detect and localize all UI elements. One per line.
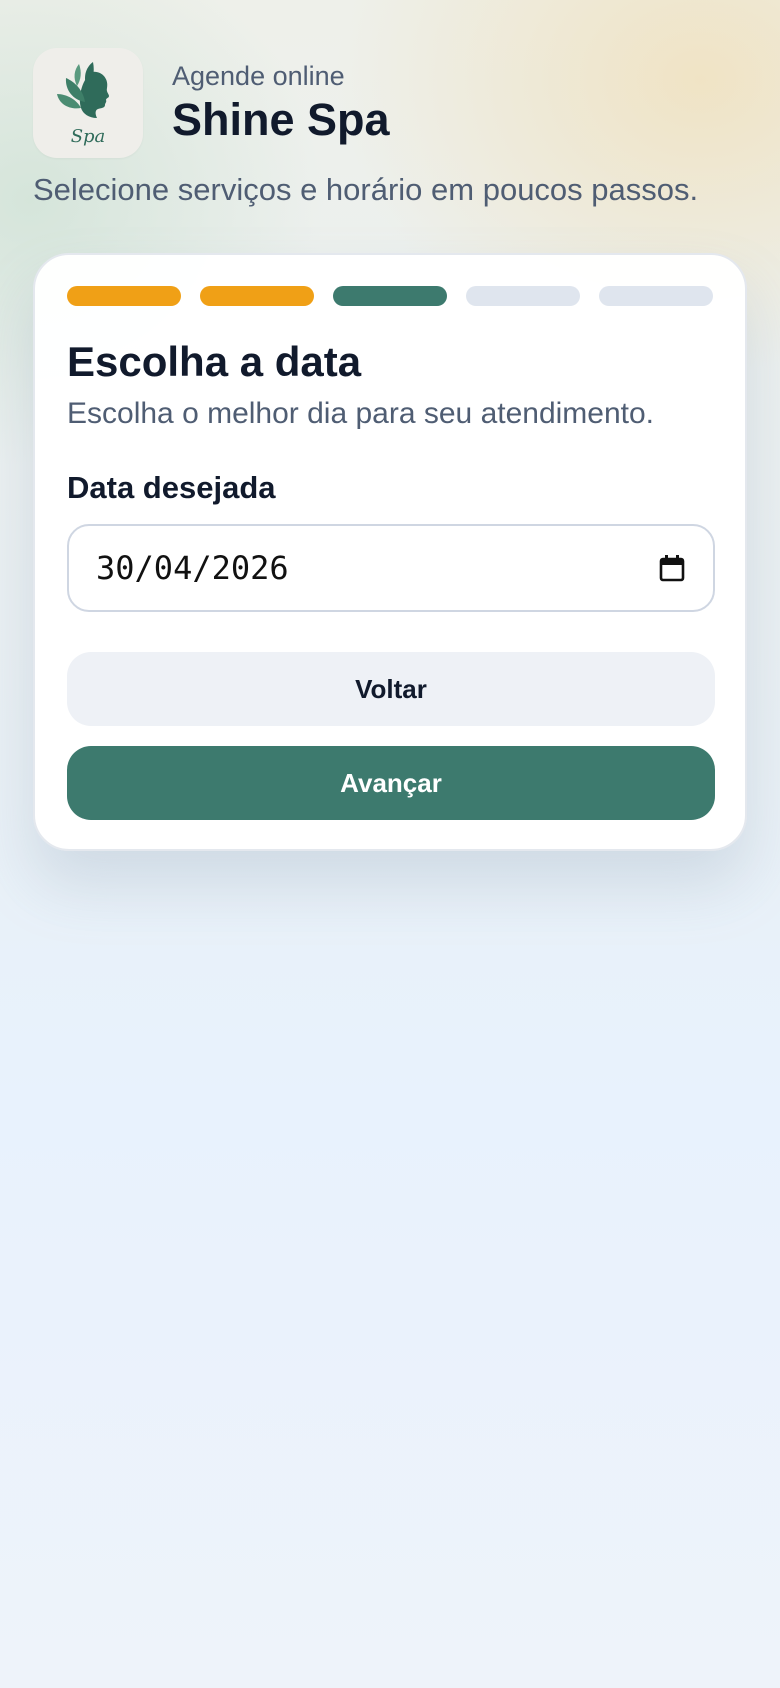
calendar-icon[interactable] [659, 554, 685, 582]
next-button[interactable]: Avançar [67, 746, 715, 820]
leaf-face-icon: Spa [57, 62, 109, 147]
progress-step-5 [599, 286, 713, 306]
header: Spa Agende online Shine Spa [33, 48, 390, 158]
progress-step-4 [466, 286, 580, 306]
date-value[interactable]: 30/04/2026 [96, 549, 289, 587]
date-input[interactable]: 30/04/2026 [67, 524, 715, 612]
card-description: Escolha o melhor dia para seu atendiment… [67, 397, 655, 430]
progress-steps [67, 286, 713, 306]
back-button[interactable]: Voltar [67, 652, 715, 726]
progress-step-3 [333, 286, 447, 306]
brand-title: Shine Spa [172, 94, 390, 145]
progress-step-1 [67, 286, 181, 306]
tagline: Selecione serviços e horário em poucos p… [33, 172, 699, 207]
spa-logo: Spa [33, 48, 143, 158]
brand-subtitle: Agende online [172, 61, 345, 91]
booking-card: Escolha a data Escolha o melhor dia para… [33, 253, 747, 851]
card-title: Escolha a data [67, 338, 362, 385]
progress-step-2 [200, 286, 314, 306]
logo-text: Spa [71, 126, 106, 147]
brand: Agende online Shine Spa [172, 60, 390, 146]
date-field-label: Data desejada [67, 470, 276, 505]
